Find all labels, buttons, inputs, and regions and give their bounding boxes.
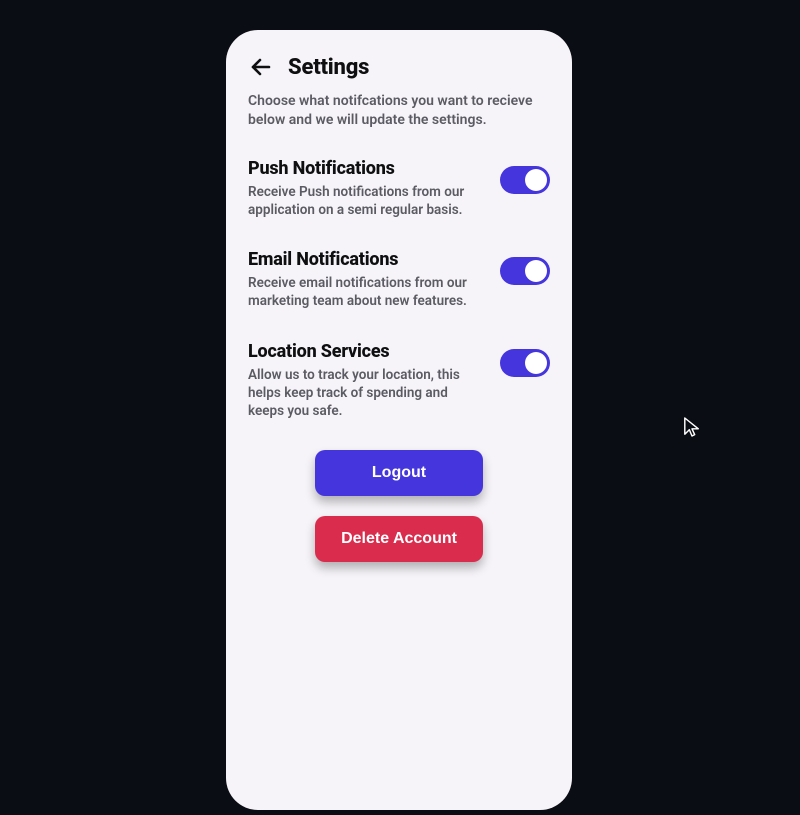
- setting-title: Push Notifications: [248, 158, 484, 179]
- page-title: Settings: [288, 55, 369, 80]
- cursor-icon: [683, 416, 701, 438]
- page-subtitle: Choose what notifcations you want to rec…: [248, 92, 550, 130]
- toggle-knob: [525, 169, 547, 191]
- location-services-toggle[interactable]: [500, 349, 550, 377]
- delete-account-button[interactable]: Delete Account: [315, 516, 483, 562]
- setting-description: Receive Push notifications from our appl…: [248, 183, 484, 219]
- toggle-knob: [525, 260, 547, 282]
- setting-text: Email Notifications Receive email notifi…: [248, 249, 484, 310]
- settings-screen: Settings Choose what notifcations you wa…: [226, 30, 572, 810]
- setting-title: Location Services: [248, 341, 484, 362]
- setting-row-email: Email Notifications Receive email notifi…: [246, 249, 552, 310]
- email-notifications-toggle[interactable]: [500, 257, 550, 285]
- setting-text: Location Services Allow us to track your…: [248, 341, 484, 421]
- header-row: Settings: [248, 54, 552, 80]
- logout-button[interactable]: Logout: [315, 450, 483, 496]
- action-buttons: Logout Delete Account: [246, 450, 552, 562]
- toggle-knob: [525, 352, 547, 374]
- setting-text: Push Notifications Receive Push notifica…: [248, 158, 484, 219]
- arrow-left-icon: [249, 55, 273, 79]
- setting-row-location: Location Services Allow us to track your…: [246, 341, 552, 421]
- setting-row-push: Push Notifications Receive Push notifica…: [246, 158, 552, 219]
- push-notifications-toggle[interactable]: [500, 166, 550, 194]
- setting-description: Allow us to track your location, this he…: [248, 366, 484, 421]
- setting-title: Email Notifications: [248, 249, 484, 270]
- setting-description: Receive email notifications from our mar…: [248, 274, 484, 310]
- back-button[interactable]: [248, 54, 274, 80]
